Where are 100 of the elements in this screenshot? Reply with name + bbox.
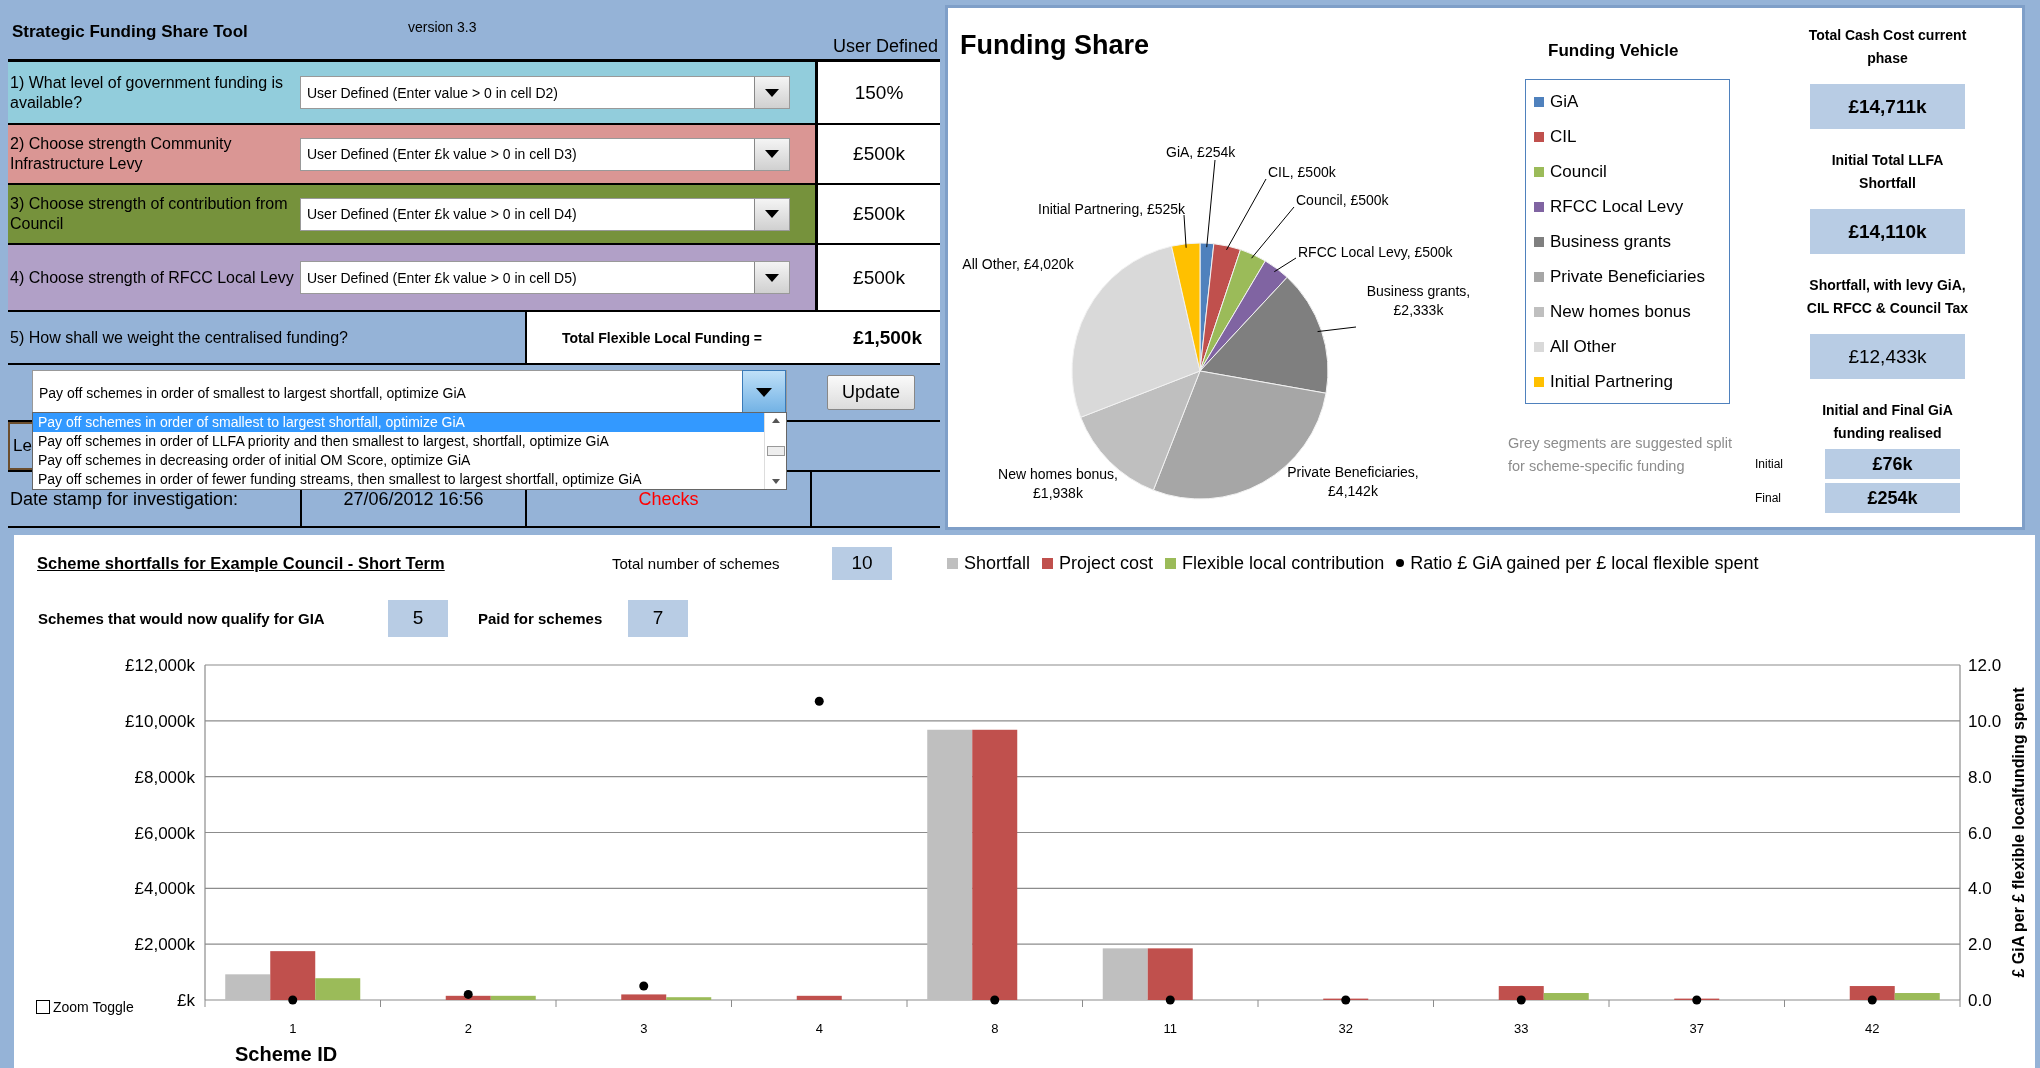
scroll-down-icon[interactable] (771, 479, 780, 484)
scrollbar[interactable] (764, 413, 786, 489)
total-schemes-value: 10 (832, 546, 892, 580)
paid-value: 7 (628, 599, 688, 637)
axis-tick-label: 3 (640, 1021, 648, 1036)
leader-line (1183, 214, 1187, 249)
slice-label: All Other, £4,020k (961, 255, 1075, 274)
axis-tick-label: 10.0 (1968, 711, 2002, 731)
legend-swatch (947, 557, 958, 569)
axis-tick-label: 0.0 (1968, 991, 1992, 1010)
data-point (639, 981, 649, 991)
update-button[interactable]: Update (827, 375, 916, 410)
total-schemes-label: Total number of schemes (612, 554, 781, 572)
legend-label: All Other (1550, 336, 1617, 357)
paid-label: Paid for schemes (478, 609, 604, 627)
value-cell[interactable]: £500k (815, 125, 940, 183)
chart-title: Scheme shortfalls for Example Council - Short Term (37, 553, 446, 573)
question-label: 3) Choose strength of contribution from Council (9, 194, 289, 234)
legend-swatch (1534, 376, 1544, 387)
legend-label: Ratio £ GiA gained per £ local flexible spent (1410, 552, 1759, 574)
value-cell[interactable]: £500k (815, 245, 940, 310)
slice-label: New homes bonus, £1,938k (998, 465, 1118, 503)
data-point (990, 995, 1000, 1005)
axis-tick-label: £2,000k (134, 935, 195, 955)
stat-value: £14,110k (1810, 209, 1965, 254)
slice-label: RFCC Local Levy, £500k (1298, 243, 1453, 262)
slice-label: Council, £500k (1296, 191, 1389, 210)
column-heading: User Defined (832, 36, 938, 57)
qualify-value: 5 (388, 599, 448, 637)
data-point (1341, 995, 1351, 1005)
question-label: 4) Choose strength of RFCC Local Levy (9, 267, 295, 288)
legend-swatch (1534, 131, 1544, 142)
checkbox[interactable] (36, 1000, 50, 1014)
legend-title: Funding Vehicle (1548, 41, 1679, 61)
chart-bar (1102, 948, 1148, 1000)
stat-value: £12,433k (1810, 334, 1965, 379)
data-point (1516, 995, 1526, 1005)
data-point (1692, 995, 1702, 1005)
axis-tick-label: 4.0 (1968, 879, 1992, 899)
scroll-thumb[interactable] (766, 446, 785, 456)
row-label: Final (1755, 491, 1782, 505)
legend-swatch (1042, 557, 1054, 569)
weighting-dropdown[interactable]: Pay off schemes in order of smallest to largest shortfall, optimize GiA (32, 370, 787, 415)
legend-label: Project cost (1059, 552, 1154, 574)
value-cell[interactable]: £500k (815, 185, 940, 243)
stat-label: Initial Total LLFA Shortfall (1830, 151, 1945, 193)
axis-tick-label: 8.0 (1968, 767, 1992, 787)
dropdown-option[interactable]: Pay off schemes in order of LLFA priority and then smallest to largest, shortfall, optimize GiA (33, 432, 764, 451)
slice-label: Business grants, £2,333k (1365, 282, 1472, 320)
legend-swatch (1534, 166, 1544, 177)
chart-title: Funding Share (959, 29, 1150, 62)
legend-label: GiA (1550, 91, 1579, 112)
qualify-label: Schemes that would now qualify for GIA (38, 609, 326, 627)
stat-value: £76k (1825, 449, 1960, 479)
axis-tick-label: 33 (1514, 1021, 1529, 1036)
stat-value: £14,711k (1810, 84, 1965, 129)
stat-value: £254k (1825, 483, 1960, 513)
axis-tick-label: 42 (1865, 1021, 1880, 1036)
legend-label: CIL (1550, 126, 1577, 147)
legend-label: Flexible local contribution (1182, 552, 1385, 574)
question-label: 2) Choose strength Community Infrastructure Levy (9, 134, 233, 174)
tool-title: Strategic Funding Share Tool (11, 22, 248, 42)
version-label: version 3.3 (408, 19, 477, 35)
axis-tick-label: £12,000k (125, 656, 195, 675)
axis-tick-label: £4,000k (134, 879, 195, 899)
axis-tick-label: 32 (1338, 1021, 1353, 1036)
axis-tick-label: 12.0 (1968, 656, 2002, 675)
dropdown-field[interactable]: User Defined (Enter value > 0 in cell D2) (300, 76, 790, 109)
axis-tick-label: 2.0 (1968, 935, 1992, 955)
axis-tick-label: 1 (289, 1021, 297, 1036)
data-point (1867, 995, 1877, 1005)
total-label: Total Flexible Local Funding = (562, 329, 763, 346)
legend-label: New homes bonus (1550, 301, 1691, 322)
legend-swatch (1534, 201, 1544, 212)
scroll-up-icon[interactable] (771, 418, 780, 423)
axis-tick-label: 11 (1163, 1021, 1177, 1036)
dropdown-option[interactable]: Pay off schemes in decreasing order of initial OM Score, optimize GiA (33, 451, 764, 470)
leader-line (1317, 326, 1357, 333)
question-label: 1) What level of government funding is available? (9, 72, 285, 113)
data-point (814, 696, 824, 706)
legend-swatch (1534, 96, 1544, 107)
slice-label: Initial Partnering, £525k (1038, 200, 1186, 219)
data-point (1165, 995, 1175, 1005)
dropdown-field[interactable]: User Defined (Enter £k value > 0 in cell D5) (300, 261, 790, 294)
slice-label: GiA, £254k (1166, 143, 1236, 162)
axis-tick-label: £8,000k (134, 767, 195, 787)
stat-label: Total Cash Cost current phase (1807, 26, 1968, 68)
legend-swatch (1534, 236, 1544, 247)
legend-marker (1396, 559, 1405, 567)
legend-label: Business grants (1550, 231, 1671, 252)
legend-label: Shortfall (964, 552, 1031, 574)
dropdown-field[interactable]: User Defined (Enter £k value > 0 in cell D4) (300, 197, 790, 231)
dropdown-field[interactable]: User Defined (Enter £k value > 0 in cell D3) (300, 137, 790, 171)
axis-tick-label: £k (177, 991, 195, 1010)
value-cell[interactable]: 150% (815, 62, 940, 123)
stat-label: Initial and Final GiA funding realised (1821, 401, 1954, 443)
legend-label: Initial Partnering (1550, 371, 1673, 392)
slice-label: CIL, £500k (1268, 163, 1336, 182)
data-point (288, 995, 298, 1005)
axis-tick-label: 4 (815, 1021, 823, 1036)
